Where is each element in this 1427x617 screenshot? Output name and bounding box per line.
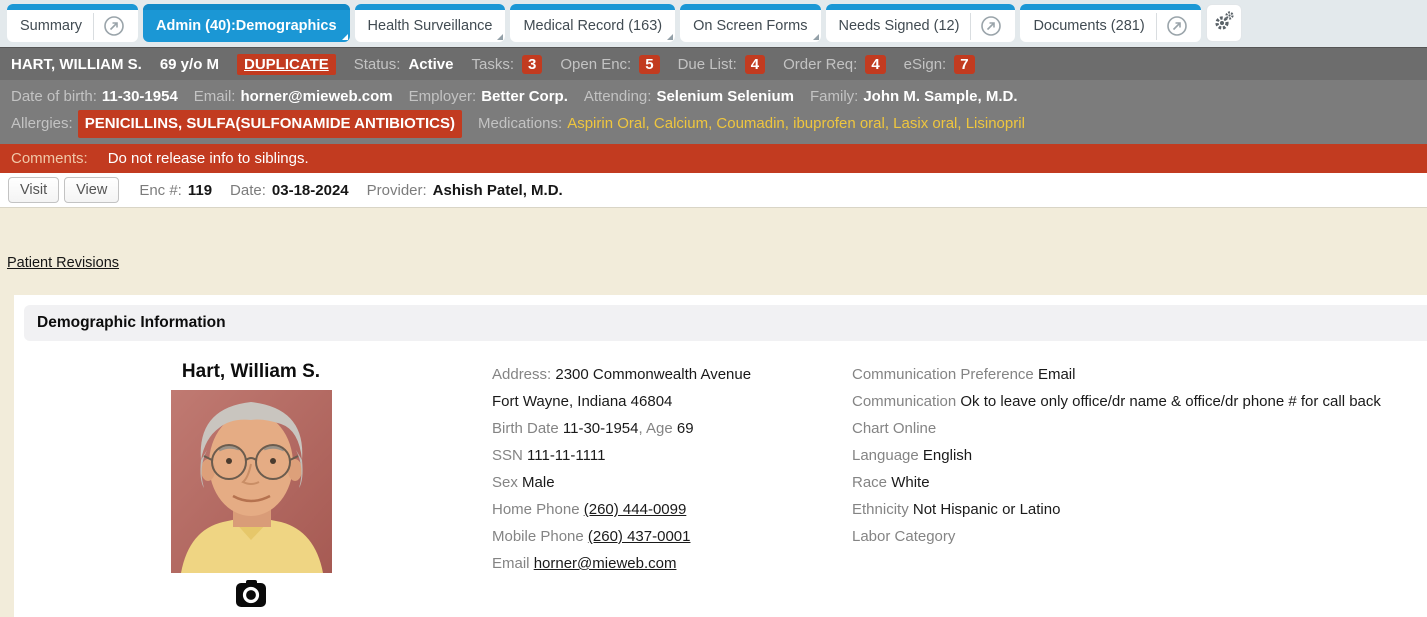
medications-field: Medications: Aspirin Oral, Calcium, Coum… <box>478 111 1025 137</box>
birth-date-field: Birth Date 11-30-1954, Age 69 <box>492 415 828 442</box>
tab-label: Admin (40):Demographics <box>156 18 336 34</box>
gears-icon <box>1213 10 1235 36</box>
allergies-badge[interactable]: PENICILLINS, SULFA(SULFONAMIDE ANTIBIOTI… <box>78 110 462 138</box>
tab-label: Summary <box>20 18 82 34</box>
order-req-counter[interactable]: Order Req: 4 <box>783 55 886 74</box>
dob-field: Date of birth: 11-30-1954 <box>11 84 178 110</box>
tab-divider <box>93 13 94 40</box>
medications-list[interactable]: Aspirin Oral, Calcium, Coumadin, ibuprof… <box>567 111 1025 137</box>
tab-medical-record[interactable]: Medical Record (163) <box>510 4 675 42</box>
details-line-2: Allergies: PENICILLINS, SULFA(SULFONAMID… <box>11 110 1416 138</box>
demographics-left-column: Address: 2300 Commonwealth Avenue Fort W… <box>492 361 828 577</box>
labor-category-field: Labor Category <box>852 523 1427 550</box>
address-line2: Fort Wayne, Indiana 46804 <box>492 388 828 415</box>
demographics-right-column: Communication Preference Email Communica… <box>852 361 1427 550</box>
tab-label: Health Surveillance <box>368 18 493 34</box>
view-button[interactable]: View <box>64 177 119 203</box>
tab-label: Documents (281) <box>1033 18 1144 34</box>
comments-text: Do not release info to siblings. <box>108 150 309 167</box>
patient-age-sex: 69 y/o M <box>160 56 219 73</box>
mobile-phone-link[interactable]: (260) 437-0001 <box>588 528 691 545</box>
open-enc-count-badge[interactable]: 5 <box>639 55 659 74</box>
chart-online-field: Chart Online <box>852 415 1427 442</box>
tab-health-surveillance[interactable]: Health Surveillance <box>355 4 506 42</box>
open-enc-counter[interactable]: Open Enc: 5 <box>560 55 659 74</box>
popout-arrow-icon[interactable] <box>980 15 1002 37</box>
tab-on-screen-forms[interactable]: On Screen Forms <box>680 4 820 42</box>
communication-preference-field: Communication Preference Email <box>852 361 1427 388</box>
ssn-field: SSN 111-11-1111 <box>492 442 828 469</box>
tab-summary[interactable]: Summary <box>7 4 138 42</box>
tab-needs-signed[interactable]: Needs Signed (12) <box>826 4 1016 42</box>
tab-label: Medical Record (163) <box>523 18 662 34</box>
panel-body: Hart, William S. <box>14 351 1427 611</box>
employer-field: Employer: Better Corp. <box>409 84 568 110</box>
allergies-field: Allergies: PENICILLINS, SULFA(SULFONAMID… <box>11 110 462 138</box>
demographic-panel: Demographic Information Hart, William S. <box>14 295 1427 617</box>
status-value: Active <box>408 56 453 73</box>
details-line-1: Date of birth: 11-30-1954 Email: horner@… <box>11 84 1416 110</box>
patient-photo-column: Hart, William S. <box>146 361 356 611</box>
attending-field: Attending: Selenium Selenium <box>584 84 794 110</box>
patient-revisions-link[interactable]: Patient Revisions <box>7 255 119 271</box>
tab-label: Needs Signed (12) <box>839 18 960 34</box>
enc-provider-field: Provider: Ashish Patel, M.D. <box>367 182 563 199</box>
duplicate-badge[interactable]: DUPLICATE <box>237 54 336 75</box>
camera-icon[interactable] <box>236 580 266 611</box>
race-field: Race White <box>852 469 1427 496</box>
tab-admin-demographics[interactable]: Admin (40):Demographics <box>143 4 349 42</box>
email-field: Email: horner@mieweb.com <box>194 84 393 110</box>
status-field: Status: Active <box>354 56 454 73</box>
encounter-bar: Visit View Enc #: 119 Date: 03-18-2024 P… <box>0 173 1427 208</box>
tab-settings-button[interactable] <box>1206 4 1242 42</box>
enc-date-field: Date: 03-18-2024 <box>230 182 349 199</box>
popout-arrow-icon[interactable] <box>103 15 125 37</box>
chart-tab-bar: Summary Admin (40):Demographics Health S… <box>0 0 1427 47</box>
comments-banner: Comments: Do not release info to sibling… <box>0 144 1427 173</box>
email-field: Email horner@mieweb.com <box>492 550 828 577</box>
esign-count-badge[interactable]: 7 <box>954 55 974 74</box>
tab-documents[interactable]: Documents (281) <box>1020 4 1200 42</box>
home-phone-field: Home Phone (260) 444-0099 <box>492 496 828 523</box>
tab-label: On Screen Forms <box>693 18 807 34</box>
status-label: Status: <box>354 56 401 73</box>
home-phone-link[interactable]: (260) 444-0099 <box>584 501 687 518</box>
sex-field: Sex Male <box>492 469 828 496</box>
patient-details-banner: Date of birth: 11-30-1954 Email: horner@… <box>0 80 1427 144</box>
patient-display-name: Hart, William S. <box>182 361 320 383</box>
patient-email-link[interactable]: horner@mieweb.com <box>534 555 677 572</box>
address-field: Address: 2300 Commonwealth Avenue <box>492 361 828 388</box>
ethnicity-field: Ethnicity Not Hispanic or Latino <box>852 496 1427 523</box>
due-list-count-badge[interactable]: 4 <box>745 55 765 74</box>
popout-arrow-icon[interactable] <box>1166 15 1188 37</box>
order-req-count-badge[interactable]: 4 <box>865 55 885 74</box>
mobile-phone-field: Mobile Phone (260) 437-0001 <box>492 523 828 550</box>
patient-photo <box>171 390 332 573</box>
tasks-count-badge[interactable]: 3 <box>522 55 542 74</box>
patient-name: HART, WILLIAM S. <box>11 56 142 73</box>
enc-number-field: Enc #: 119 <box>139 182 212 199</box>
tasks-counter[interactable]: Tasks: 3 <box>471 55 542 74</box>
communication-field: Communication Ok to leave only office/dr… <box>852 388 1427 415</box>
patient-banner: HART, WILLIAM S. 69 y/o M DUPLICATE Stat… <box>0 47 1427 80</box>
tab-divider <box>1156 13 1157 40</box>
comments-label: Comments: <box>11 150 88 167</box>
panel-title: Demographic Information <box>24 305 1427 341</box>
tab-divider <box>970 13 971 40</box>
due-list-counter[interactable]: Due List: 4 <box>678 55 766 74</box>
language-field: Language English <box>852 442 1427 469</box>
main-content: Patient Revisions Demographic Informatio… <box>0 208 1427 617</box>
visit-button[interactable]: Visit <box>8 177 59 203</box>
family-field: Family: John M. Sample, M.D. <box>810 84 1018 110</box>
esign-counter[interactable]: eSign: 7 <box>904 55 975 74</box>
